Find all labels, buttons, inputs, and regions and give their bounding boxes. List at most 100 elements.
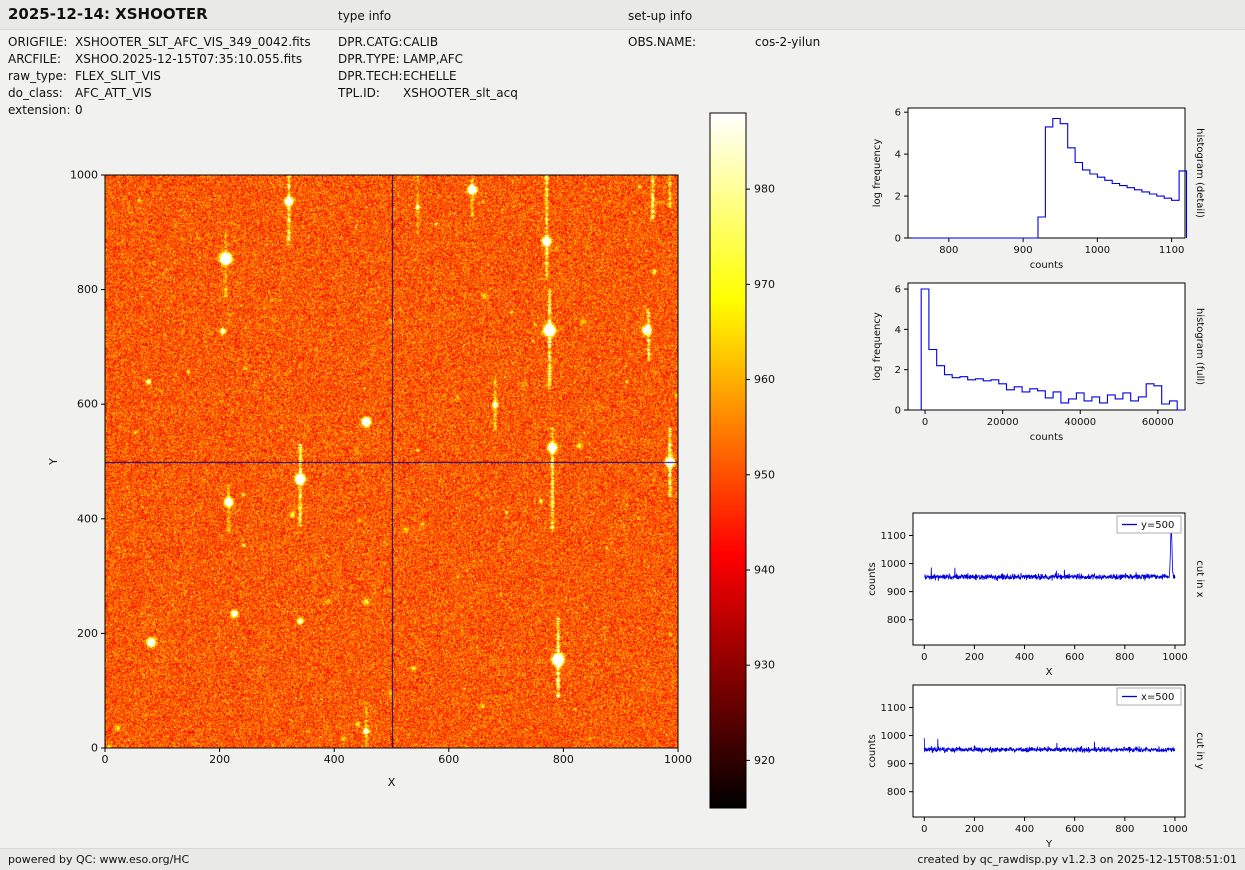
svg-text:1000: 1000 — [70, 169, 98, 182]
svg-text:200: 200 — [77, 627, 98, 640]
meta-row: extension:0 — [8, 102, 311, 119]
svg-text:60000: 60000 — [1142, 417, 1174, 428]
cut-in-y-plot: 0200400600800100080090010001100Ycountscu… — [868, 677, 1212, 862]
svg-text:6: 6 — [895, 285, 901, 296]
meta-row: ARCFILE:XSHOO.2025-12-15T07:35:10.055.fi… — [8, 51, 311, 68]
meta-value: FLEX_SLIT_VIS — [75, 68, 161, 85]
type-info-block: DPR.CATG:CALIBDPR.TYPE:LAMP,AFCDPR.TECH:… — [338, 34, 518, 102]
svg-text:0: 0 — [91, 742, 98, 755]
svg-text:200: 200 — [965, 824, 984, 835]
svg-text:0: 0 — [922, 417, 928, 428]
svg-text:800: 800 — [553, 753, 574, 766]
meta-label: ORIGFILE: — [8, 34, 75, 51]
svg-text:0: 0 — [921, 824, 927, 835]
svg-text:40000: 40000 — [1064, 417, 1096, 428]
svg-text:600: 600 — [1065, 652, 1084, 663]
svg-text:counts: counts — [1030, 260, 1063, 271]
file-info-block: ORIGFILE:XSHOOTER_SLT_AFC_VIS_349_0042.f… — [8, 34, 311, 119]
raw-image-axes: 0200400600800100002004006008001000XY — [40, 150, 740, 810]
svg-text:0: 0 — [895, 406, 901, 417]
footer-left: powered by QC: www.eso.org/HC — [8, 853, 189, 866]
hist-full-svg: 02000040000600000246countslog frequencyh… — [868, 275, 1212, 460]
svg-text:cut in x: cut in x — [1194, 560, 1205, 597]
svg-text:log frequency: log frequency — [872, 312, 883, 381]
type-info-header: type info — [338, 9, 391, 23]
histogram-detail-plot: 800900100011000246countslog frequencyhis… — [868, 100, 1212, 285]
svg-text:1000: 1000 — [1162, 824, 1187, 835]
colorbar: 980970960950940930920 — [705, 105, 800, 835]
svg-text:4: 4 — [895, 325, 901, 336]
svg-text:2: 2 — [895, 365, 901, 376]
svg-text:600: 600 — [438, 753, 459, 766]
svg-text:counts: counts — [868, 562, 878, 595]
hist-detail-svg: 800900100011000246countslog frequencyhis… — [868, 100, 1212, 285]
header-bar: 2025-12-14: XSHOOTER type info set-up in… — [0, 0, 1245, 30]
svg-text:400: 400 — [1015, 652, 1034, 663]
meta-row: TPL.ID:XSHOOTER_slt_acq — [338, 85, 518, 102]
svg-text:980: 980 — [754, 183, 775, 196]
svg-text:X: X — [388, 776, 396, 789]
svg-text:200: 200 — [209, 753, 230, 766]
svg-text:x=500: x=500 — [1141, 692, 1174, 703]
meta-label: extension: — [8, 102, 75, 119]
setup-info-block: OBS.NAME:cos-2-yilun — [628, 34, 820, 51]
meta-value: XSHOO.2025-12-15T07:35:10.055.fits — [75, 51, 302, 68]
meta-row: ORIGFILE:XSHOOTER_SLT_AFC_VIS_349_0042.f… — [8, 34, 311, 51]
meta-value: XSHOOTER_slt_acq — [403, 85, 518, 102]
svg-text:900: 900 — [887, 587, 906, 598]
svg-text:1100: 1100 — [1159, 245, 1184, 256]
svg-text:histogram (detail): histogram (detail) — [1194, 128, 1205, 218]
cut-in-x-plot: 0200400600800100080090010001100Xcountscu… — [868, 505, 1212, 690]
meta-label: TPL.ID: — [338, 85, 403, 102]
svg-text:1000: 1000 — [1162, 652, 1187, 663]
svg-text:930: 930 — [754, 659, 775, 672]
svg-text:0: 0 — [102, 753, 109, 766]
page-title: 2025-12-14: XSHOOTER — [8, 5, 208, 23]
svg-text:920: 920 — [754, 754, 775, 767]
svg-text:y=500: y=500 — [1141, 520, 1174, 531]
raw-image-plot: 0200400600800100002004006008001000XY — [40, 150, 740, 810]
svg-text:counts: counts — [868, 734, 878, 767]
svg-text:1000: 1000 — [881, 559, 906, 570]
meta-value: cos-2-yilun — [755, 34, 820, 51]
meta-row: raw_type:FLEX_SLIT_VIS — [8, 68, 311, 85]
meta-label: ARCFILE: — [8, 51, 75, 68]
svg-text:20000: 20000 — [987, 417, 1019, 428]
meta-row: OBS.NAME:cos-2-yilun — [628, 34, 820, 51]
meta-value: XSHOOTER_SLT_AFC_VIS_349_0042.fits — [75, 34, 311, 51]
svg-text:6: 6 — [895, 108, 901, 119]
meta-value: AFC_ATT_VIS — [75, 85, 152, 102]
meta-row: DPR.TECH:ECHELLE — [338, 68, 518, 85]
svg-text:400: 400 — [324, 753, 345, 766]
svg-text:400: 400 — [77, 512, 98, 525]
meta-label: DPR.TYPE: — [338, 51, 403, 68]
meta-label: OBS.NAME: — [628, 34, 755, 51]
svg-text:log frequency: log frequency — [872, 139, 883, 208]
meta-label: do_class: — [8, 85, 75, 102]
footer-right: created by qc_rawdisp.py v1.2.3 on 2025-… — [917, 853, 1237, 866]
svg-text:Y: Y — [47, 458, 60, 466]
svg-text:400: 400 — [1015, 824, 1034, 835]
svg-text:0: 0 — [921, 652, 927, 663]
svg-text:970: 970 — [754, 278, 775, 291]
svg-text:900: 900 — [887, 759, 906, 770]
svg-text:1000: 1000 — [881, 731, 906, 742]
meta-value: ECHELLE — [403, 68, 457, 85]
meta-label: DPR.CATG: — [338, 34, 403, 51]
meta-value: CALIB — [403, 34, 438, 51]
svg-text:0: 0 — [895, 234, 901, 245]
meta-row: DPR.TYPE:LAMP,AFC — [338, 51, 518, 68]
svg-text:800: 800 — [887, 615, 906, 626]
svg-text:800: 800 — [1115, 652, 1134, 663]
cut-x-svg: 0200400600800100080090010001100Xcountscu… — [868, 505, 1212, 690]
meta-value: 0 — [75, 102, 83, 119]
meta-row: do_class:AFC_ATT_VIS — [8, 85, 311, 102]
svg-text:950: 950 — [754, 468, 775, 481]
svg-text:960: 960 — [754, 373, 775, 386]
svg-text:histogram (full): histogram (full) — [1194, 308, 1205, 385]
footer-bar: powered by QC: www.eso.org/HC created by… — [0, 848, 1245, 870]
svg-text:1000: 1000 — [1085, 245, 1110, 256]
svg-text:800: 800 — [77, 283, 98, 296]
cut-y-svg: 0200400600800100080090010001100Ycountscu… — [868, 677, 1212, 862]
svg-text:600: 600 — [77, 398, 98, 411]
